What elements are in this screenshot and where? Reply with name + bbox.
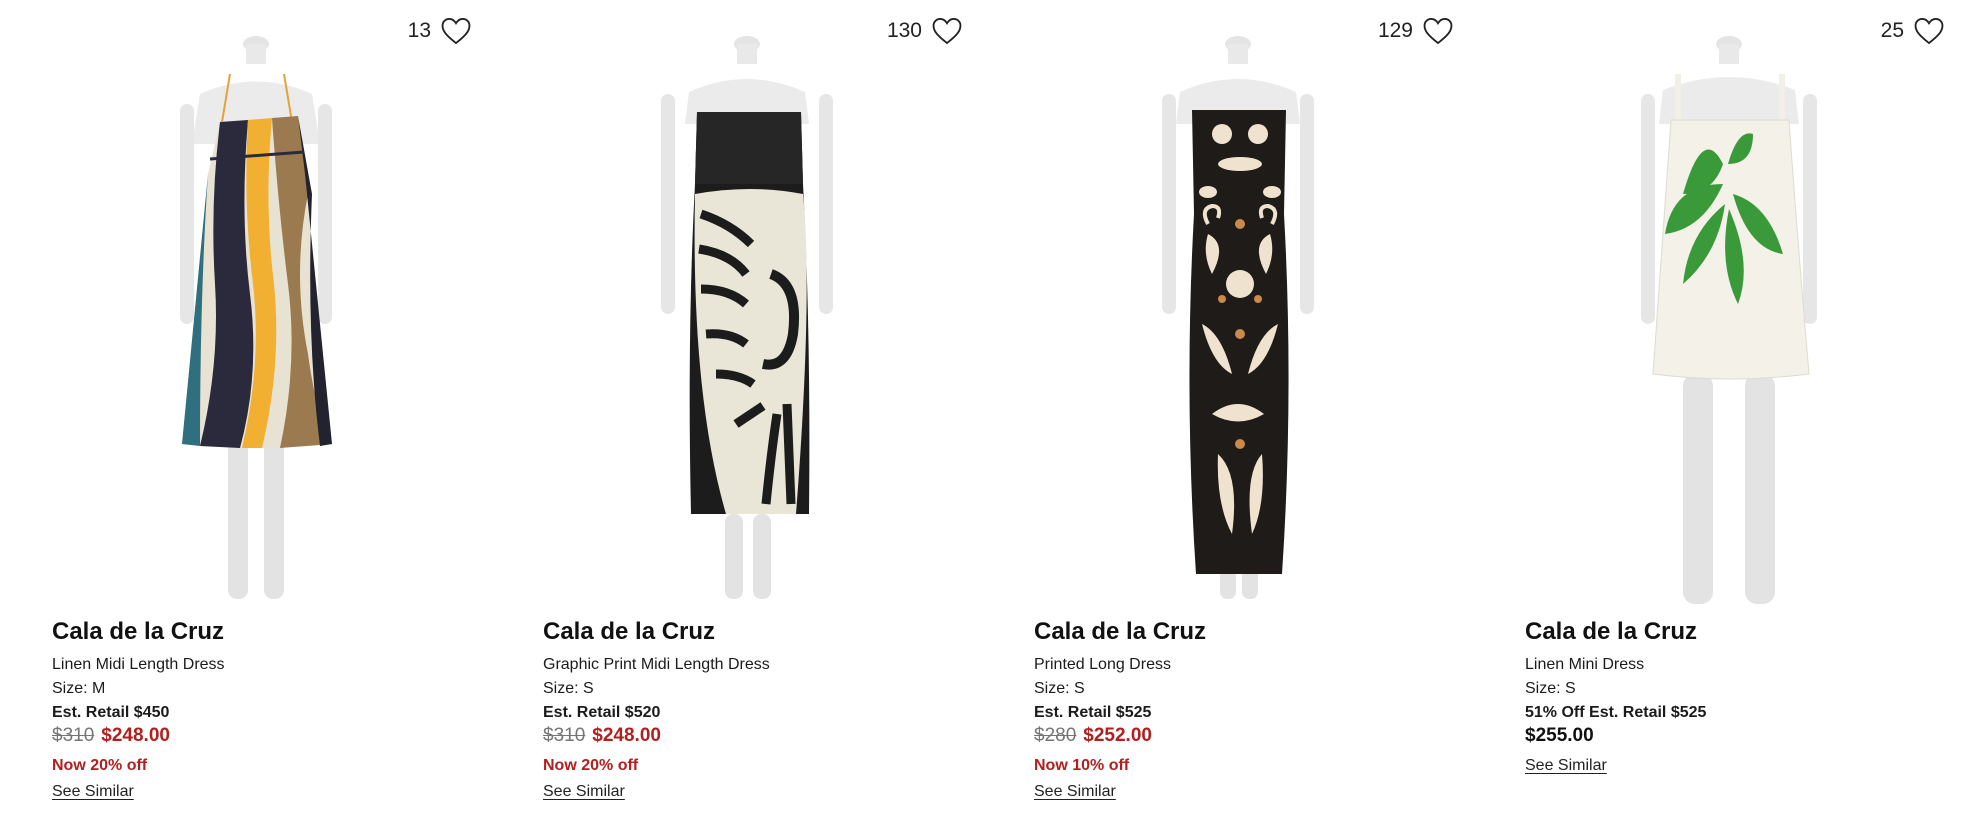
see-similar-link[interactable]: See Similar (52, 779, 481, 805)
retail-price: Est. Retail $525 (1034, 704, 1152, 721)
product-name: Graphic Print Midi Length Dress (543, 656, 770, 673)
original-price: $310 (543, 725, 586, 746)
discount-label: Now 10% off (1034, 757, 1130, 774)
product-card[interactable]: 129 Cala de la Cruz Printed Long Dress S… (982, 0, 1473, 822)
price-row: $310 $248.00 (52, 725, 481, 753)
brand-name[interactable]: Cala de la Cruz (543, 617, 972, 647)
dress-photo-sun-print-strapless (661, 36, 833, 599)
product-info: Cala de la Cruz Graphic Print Midi Lengt… (543, 617, 972, 805)
original-price: $280 (1034, 725, 1077, 746)
product-image[interactable] (1032, 34, 1444, 604)
product-card[interactable]: 130 Cala de la Cruz Graphic Print Midi L… (491, 0, 982, 822)
sale-price: $255.00 (1525, 725, 1594, 746)
see-similar-link[interactable]: See Similar (543, 779, 972, 805)
sale-price: $248.00 (101, 725, 170, 746)
sale-price: $248.00 (592, 725, 661, 746)
product-image[interactable] (541, 34, 953, 604)
brand-name[interactable]: Cala de la Cruz (1525, 617, 1954, 647)
dress-photo-leaf-print-mini (1641, 36, 1817, 604)
dress-photo-colorblock-midi (180, 36, 332, 599)
product-card[interactable]: 25 Cala de la Cruz Linen Mini Dress Size… (1473, 0, 1964, 822)
product-size: Size: S (1525, 680, 1576, 697)
retail-price: 51% Off Est. Retail $525 (1525, 704, 1707, 721)
retail-price: Est. Retail $450 (52, 704, 170, 721)
price-row: $255.00 (1525, 725, 1954, 753)
product-image[interactable] (1523, 34, 1935, 604)
product-name: Linen Midi Length Dress (52, 656, 225, 673)
brand-name[interactable]: Cala de la Cruz (1034, 617, 1463, 647)
retail-price: Est. Retail $520 (543, 704, 661, 721)
product-info: Cala de la Cruz Linen Mini Dress Size: S… (1525, 617, 1954, 779)
see-similar-link[interactable]: See Similar (1034, 779, 1463, 805)
product-size: Size: S (1034, 680, 1085, 697)
product-info: Cala de la Cruz Printed Long Dress Size:… (1034, 617, 1463, 805)
product-image[interactable] (50, 34, 462, 604)
see-similar-link[interactable]: See Similar (1525, 753, 1954, 779)
product-name: Linen Mini Dress (1525, 656, 1645, 673)
product-size: Size: S (543, 680, 594, 697)
product-info: Cala de la Cruz Linen Midi Length Dress … (52, 617, 481, 805)
discount-label: Now 20% off (543, 757, 639, 774)
product-size: Size: M (52, 680, 106, 697)
price-row: $310 $248.00 (543, 725, 972, 753)
price-row: $280 $252.00 (1034, 725, 1463, 753)
original-price: $310 (52, 725, 95, 746)
brand-name[interactable]: Cala de la Cruz (52, 617, 481, 647)
sale-price: $252.00 (1083, 725, 1152, 746)
product-grid: 13 Cala de la Cruz Linen Midi Length Dre… (0, 0, 1972, 822)
dress-photo-tribal-print-long (1162, 36, 1314, 599)
discount-label: Now 20% off (52, 757, 148, 774)
product-card[interactable]: 13 Cala de la Cruz Linen Midi Length Dre… (0, 0, 491, 822)
product-name: Printed Long Dress (1034, 656, 1171, 673)
